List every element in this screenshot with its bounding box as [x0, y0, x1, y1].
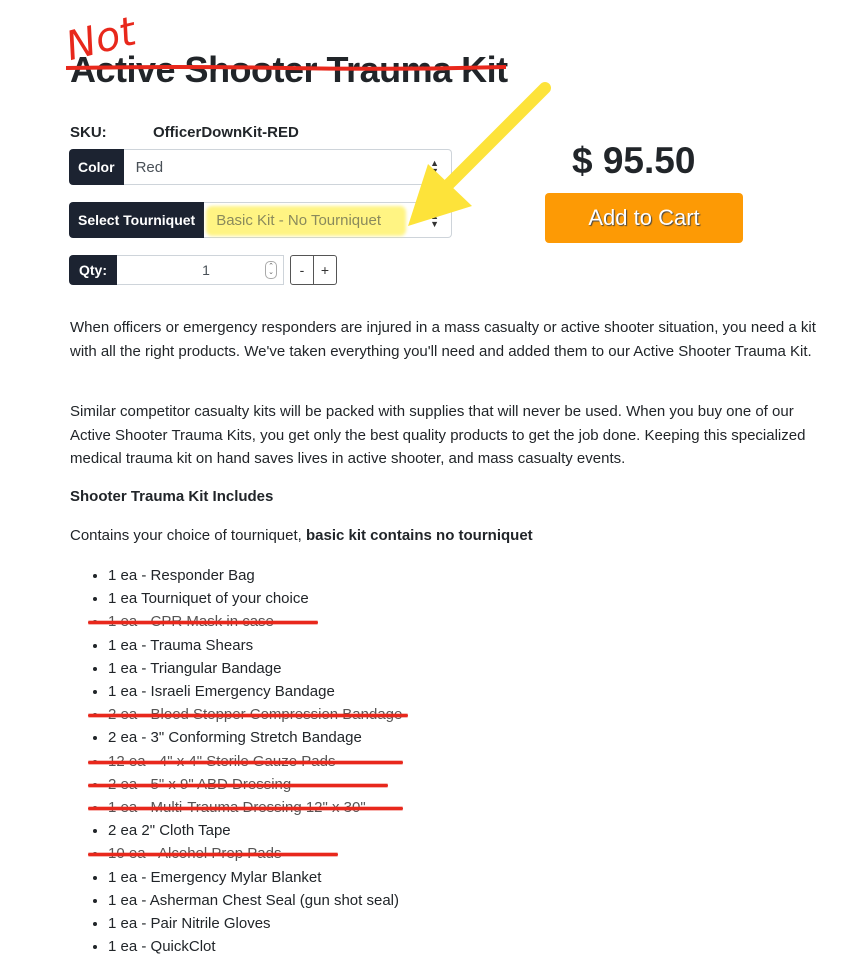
kit-item: 1 ea - Triangular Bandage [108, 657, 402, 680]
sku-value: OfficerDownKit-RED [153, 124, 299, 141]
kit-item: 1 ea - Multi-Trauma Dressing 12" x 30" [87, 796, 404, 819]
kit-item: 1 ea - CPR Mask in case [87, 610, 402, 633]
kit-item: 12 ea - 4" x 4" Sterile Gauze Pads [87, 750, 404, 773]
contains-text-bold: basic kit contains no tourniquet [305, 527, 533, 544]
kit-item: 1 ea - Responder Bag [108, 564, 402, 587]
qty-label: Qty: [69, 255, 117, 285]
kit-item: 1 ea - Emergency Mylar Blanket [108, 866, 402, 889]
kit-item: 2 ea - Blood Stopper Compression Bandage [87, 703, 409, 726]
color-label: Color [69, 149, 124, 185]
kit-item: 1 ea - Asherman Chest Seal (gun shot sea… [108, 889, 402, 912]
description-paragraph-2: Similar competitor casualty kits will be… [70, 403, 806, 467]
product-price: $ 95.50 [572, 140, 696, 181]
qty-value: 1 [202, 262, 210, 278]
tourniquet-label: Select Tourniquet [69, 202, 205, 238]
tourniquet-select-value: Basic Kit - No Tourniquet [216, 211, 382, 229]
sku-label: SKU: [70, 124, 107, 141]
qty-decrement-button[interactable]: - [290, 255, 314, 285]
spinner-icon[interactable]: ⌃ ⌄ [265, 261, 277, 279]
qty-increment-button[interactable]: + [314, 255, 337, 285]
kit-item: 1 ea Tourniquet of your choice [108, 587, 402, 610]
kit-item: 2 ea - 5" x 9" ABD Dressing [87, 773, 402, 796]
kit-item: 1 ea - QuickClot [108, 935, 402, 958]
title-strikethrough [66, 65, 506, 71]
qty-group: Qty: 1 ⌃ ⌄ - + [69, 255, 337, 285]
contains-text: Contains your choice of tourniquet, basi… [70, 527, 533, 544]
yellow-arrow-annotation [408, 82, 551, 226]
description-paragraph-1: When officers or emergency responders ar… [70, 319, 816, 360]
kit-items-list: 1 ea - Responder Bag1 ea Tourniquet of y… [87, 564, 409, 958]
includes-heading: Shooter Trauma Kit Includes [70, 488, 274, 505]
kit-item: 2 ea 2" Cloth Tape [108, 819, 402, 842]
contains-text-regular: Contains your choice of tourniquet, [70, 527, 306, 544]
add-to-cart-button[interactable]: Add to Cart [545, 193, 743, 243]
kit-item: 1 ea - Trauma Shears [108, 634, 402, 657]
kit-item: 10 ea - Alcohol Prep Pads [87, 842, 402, 865]
kit-item: 1 ea - Pair Nitrile Gloves [108, 912, 402, 935]
qty-input[interactable]: 1 ⌃ ⌄ [117, 255, 284, 285]
kit-item: 1 ea - Israeli Emergency Bandage [108, 680, 402, 703]
kit-item: 2 ea - 3" Conforming Stretch Bandage [108, 726, 402, 749]
color-select-value: Red [135, 158, 164, 176]
